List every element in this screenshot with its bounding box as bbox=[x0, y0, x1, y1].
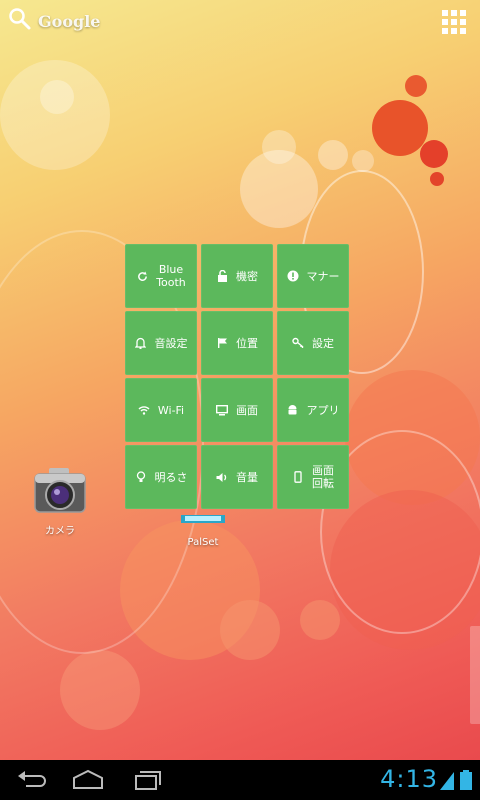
signal-icon bbox=[440, 770, 454, 794]
speaker-icon bbox=[216, 471, 228, 483]
tile-label: 音設定 bbox=[154, 336, 188, 350]
tile-wifi[interactable]: Wi-Fi bbox=[125, 378, 197, 442]
android-icon bbox=[287, 404, 299, 416]
tile-label: 音量 bbox=[236, 470, 258, 484]
monitor-icon bbox=[216, 404, 228, 416]
tile-label: 明るさ bbox=[154, 470, 188, 484]
google-search-label: Google bbox=[38, 11, 101, 31]
bell-icon bbox=[135, 337, 147, 349]
tile-label: マナー bbox=[306, 269, 340, 283]
bokeh-dot bbox=[40, 80, 74, 114]
palset-shortcut[interactable]: PalSet bbox=[170, 510, 236, 548]
flag-icon bbox=[216, 337, 228, 349]
bokeh-dot bbox=[300, 600, 340, 640]
bokeh-dot bbox=[318, 140, 348, 170]
tile-rotation[interactable]: 画面 回転 bbox=[277, 445, 349, 509]
tile-label: 位置 bbox=[236, 336, 258, 350]
refresh-icon bbox=[136, 270, 148, 282]
navigation-bar: 4:13 bbox=[0, 760, 480, 800]
tile-display[interactable]: 画面 bbox=[201, 378, 273, 442]
all-apps-button[interactable] bbox=[442, 10, 466, 34]
bokeh-dot bbox=[220, 600, 280, 660]
bokeh-dot bbox=[60, 650, 140, 730]
search-icon bbox=[8, 7, 32, 35]
bokeh-dot bbox=[405, 75, 427, 97]
bokeh-dot bbox=[352, 150, 374, 172]
tile-settings[interactable]: 設定 bbox=[277, 311, 349, 375]
tile-label: 機密 bbox=[236, 269, 258, 283]
unlock-icon bbox=[216, 270, 228, 282]
tile-label: 画面 回転 bbox=[312, 464, 334, 490]
bokeh-dot bbox=[262, 130, 296, 164]
tile-label: アプリ bbox=[306, 403, 340, 417]
bokeh-dot bbox=[372, 100, 428, 156]
camera-shortcut[interactable]: カメラ bbox=[30, 466, 90, 537]
tile-location[interactable]: 位置 bbox=[201, 311, 273, 375]
tile-brightness[interactable]: 明るさ bbox=[125, 445, 197, 509]
clock: 4:13 bbox=[380, 765, 438, 793]
home-button[interactable] bbox=[70, 768, 106, 792]
tile-apps[interactable]: アプリ bbox=[277, 378, 349, 442]
tile-label: 設定 bbox=[312, 336, 334, 350]
camera-icon bbox=[33, 468, 87, 520]
tile-sound-settings[interactable]: 音設定 bbox=[125, 311, 197, 375]
key-icon bbox=[292, 337, 304, 349]
tile-label: Wi-Fi bbox=[157, 403, 185, 417]
palset-label: PalSet bbox=[187, 537, 219, 548]
bokeh-dot bbox=[0, 60, 110, 170]
back-button[interactable] bbox=[14, 768, 50, 792]
alert-icon bbox=[287, 270, 299, 282]
battery-icon bbox=[460, 770, 472, 794]
tile-volume[interactable]: 音量 bbox=[201, 445, 273, 509]
recent-apps-button[interactable] bbox=[130, 768, 166, 792]
toggle-widget-grid: Blue Tooth 機密 マナー 音設定 位置 設定 Wi-Fi 画面 アプリ… bbox=[125, 244, 353, 514]
wifi-icon bbox=[138, 404, 150, 416]
side-drawer-handle[interactable] bbox=[470, 626, 480, 724]
palset-icon bbox=[175, 510, 231, 529]
bokeh-dot bbox=[430, 172, 444, 186]
home-icon bbox=[70, 769, 106, 796]
tile-label: 画面 bbox=[236, 403, 258, 417]
google-search-bar[interactable]: Google bbox=[8, 6, 100, 36]
bokeh-dot bbox=[420, 140, 448, 168]
back-icon bbox=[14, 771, 50, 796]
tile-bluetooth[interactable]: Blue Tooth bbox=[125, 244, 197, 308]
phone-icon bbox=[292, 471, 304, 483]
camera-label: カメラ bbox=[45, 526, 75, 537]
bulb-icon bbox=[135, 471, 147, 483]
tile-label: Blue Tooth bbox=[156, 263, 186, 289]
tile-manner[interactable]: マナー bbox=[277, 244, 349, 308]
recent-apps-icon bbox=[130, 771, 166, 796]
tile-security[interactable]: 機密 bbox=[201, 244, 273, 308]
